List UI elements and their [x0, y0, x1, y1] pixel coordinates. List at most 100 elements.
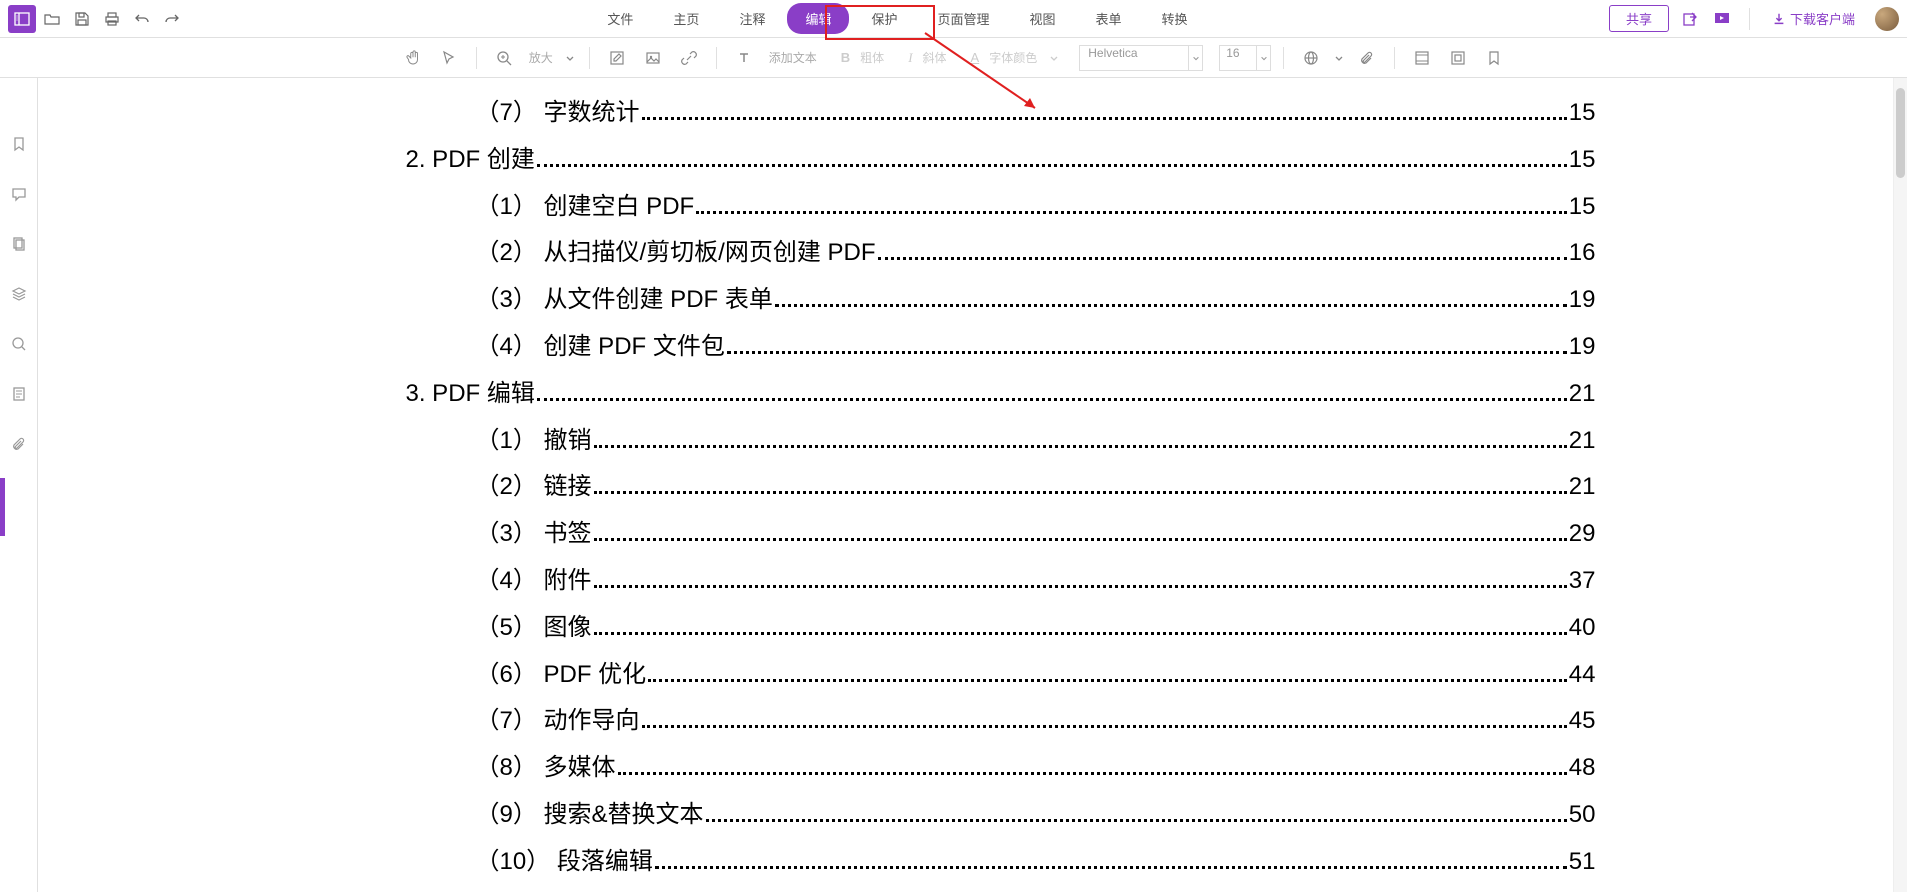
- toc-line[interactable]: （7） 动作导向 45: [336, 698, 1596, 745]
- print-button[interactable]: [98, 5, 126, 33]
- menu-home[interactable]: 主页: [655, 3, 717, 34]
- toc-page-number: 29: [1569, 511, 1596, 558]
- web-tool[interactable]: [1296, 43, 1326, 73]
- font-color-icon[interactable]: A: [971, 50, 980, 65]
- separator: [1283, 47, 1284, 69]
- toc-line[interactable]: （5） 图像40: [336, 605, 1596, 652]
- redo-button[interactable]: [158, 5, 186, 33]
- thumbnail-panel-icon[interactable]: [8, 233, 30, 255]
- menu-file[interactable]: 文件: [589, 3, 651, 34]
- toc-title: （4） 创建 PDF 文件包: [476, 324, 725, 371]
- attachment-panel-icon[interactable]: [8, 433, 30, 455]
- toc-line[interactable]: （3） 从文件创建 PDF 表单19: [336, 277, 1596, 324]
- add-text-label: 添加文本: [769, 49, 817, 66]
- web-dropdown[interactable]: [1332, 43, 1346, 73]
- toc-page-number: 48: [1569, 745, 1596, 792]
- font-select-wrap[interactable]: Helvetica: [1079, 45, 1203, 71]
- document-viewport[interactable]: （7） 字数统计152. PDF 创建 15（1） 创建空白 PDF15（2） 从…: [38, 78, 1893, 892]
- present-icon[interactable]: [1711, 8, 1733, 30]
- vertical-scrollbar[interactable]: [1893, 78, 1907, 892]
- toc-leader-dots: [706, 819, 1567, 822]
- toc-page-number: 21: [1569, 464, 1596, 511]
- menu-view[interactable]: 视图: [1012, 3, 1074, 34]
- sidebar-indicator: [0, 478, 5, 536]
- font-color-dropdown[interactable]: [1047, 43, 1061, 73]
- hand-tool[interactable]: [398, 43, 428, 73]
- toc-line[interactable]: （10） 段落编辑51: [336, 839, 1596, 886]
- select-tool[interactable]: [434, 43, 464, 73]
- open-button[interactable]: [38, 5, 66, 33]
- scrollbar-thumb[interactable]: [1896, 88, 1905, 178]
- toc-leader-dots: [775, 304, 1567, 307]
- menu-annotate[interactable]: 注释: [721, 3, 783, 34]
- chevron-down-icon[interactable]: [1189, 45, 1203, 71]
- menu-edit[interactable]: 编辑: [787, 3, 849, 34]
- toc-line[interactable]: （2） 从扫描仪/剪切板/网页创建 PDF 16: [336, 230, 1596, 277]
- menu-convert[interactable]: 转换: [1144, 3, 1206, 34]
- toc-page-number: 45: [1569, 698, 1596, 745]
- user-avatar[interactable]: [1875, 7, 1899, 31]
- layers-panel-icon[interactable]: [8, 283, 30, 305]
- bold-icon[interactable]: B: [841, 50, 850, 65]
- toc-line[interactable]: （1） 撤销21: [336, 418, 1596, 465]
- image-tool[interactable]: [638, 43, 668, 73]
- undo-button[interactable]: [128, 5, 156, 33]
- toc-page-number: 40: [1569, 605, 1596, 652]
- toc-line[interactable]: （7） 字数统计15: [336, 90, 1596, 137]
- toc-page-number: 15: [1569, 137, 1596, 184]
- toc-leader-dots: [642, 725, 1567, 728]
- comment-panel-icon[interactable]: [8, 183, 30, 205]
- italic-icon[interactable]: I: [908, 50, 912, 66]
- toc-title: （2） 从扫描仪/剪切板/网页创建 PDF: [476, 230, 876, 277]
- bookmark-tool[interactable]: [1479, 43, 1509, 73]
- toc-line[interactable]: （6） PDF 优化44: [336, 652, 1596, 699]
- background-tool[interactable]: [1443, 43, 1473, 73]
- edit-text-tool[interactable]: [602, 43, 632, 73]
- add-text-tool[interactable]: [729, 43, 759, 73]
- toc-line[interactable]: （4） 创建 PDF 文件包19: [336, 324, 1596, 371]
- chevron-down-icon[interactable]: [1257, 45, 1271, 71]
- toc-line[interactable]: 3. PDF 编辑21: [336, 371, 1596, 418]
- toc-page-number: 16: [1569, 230, 1596, 277]
- toc-title: 2. PDF 创建: [406, 137, 535, 184]
- menu-protect[interactable]: 保护: [853, 3, 915, 34]
- export-icon[interactable]: [1679, 8, 1701, 30]
- menu-pages[interactable]: 页面管理: [919, 3, 1007, 34]
- toc-leader-dots: [594, 445, 1567, 448]
- panel-toggle-button[interactable]: [8, 5, 36, 33]
- toc-line[interactable]: （1） 创建空白 PDF15: [336, 184, 1596, 231]
- zoom-dropdown[interactable]: [563, 43, 577, 73]
- toc-line[interactable]: （4） 附件37: [336, 558, 1596, 605]
- toc-title: （10） 段落编辑: [476, 839, 653, 886]
- fields-panel-icon[interactable]: [8, 383, 30, 405]
- toc-page-number: 19: [1569, 277, 1596, 324]
- toc-line[interactable]: 2. PDF 创建 15: [336, 137, 1596, 184]
- bookmark-panel-icon[interactable]: [8, 133, 30, 155]
- font-size-select[interactable]: 16: [1219, 45, 1257, 71]
- search-panel-icon[interactable]: [8, 333, 30, 355]
- menu-form[interactable]: 表单: [1078, 3, 1140, 34]
- link-tool[interactable]: [674, 43, 704, 73]
- font-select[interactable]: Helvetica: [1079, 45, 1189, 71]
- toc-leader-dots: [696, 211, 1567, 214]
- toc-line[interactable]: （2） 链接21: [336, 464, 1596, 511]
- toc-title: （4） 附件: [476, 558, 592, 605]
- size-select-wrap[interactable]: 16: [1219, 45, 1271, 71]
- separator: [716, 47, 717, 69]
- font-color-label: 字体颜色: [989, 49, 1037, 66]
- toc-line[interactable]: （9） 搜索&替换文本50: [336, 792, 1596, 839]
- header-footer-tool[interactable]: [1407, 43, 1437, 73]
- download-client-button[interactable]: 下载客户端: [1766, 9, 1861, 28]
- document-page: （7） 字数统计152. PDF 创建 15（1） 创建空白 PDF15（2） 从…: [336, 78, 1596, 892]
- attachment-tool[interactable]: [1352, 43, 1382, 73]
- edit-toolbar: 放大 添加文本 B 粗体 I 斜体 A 字体颜色 Helvetica 16: [0, 38, 1907, 78]
- share-button[interactable]: 共享: [1609, 5, 1669, 32]
- toc-leader-dots: [594, 491, 1567, 494]
- toc-page-number: 44: [1569, 652, 1596, 699]
- toc-title: （9） 搜索&替换文本: [476, 792, 704, 839]
- toc-line[interactable]: （8） 多媒体48: [336, 745, 1596, 792]
- zoom-tool[interactable]: [489, 43, 519, 73]
- toc-line[interactable]: （3） 书签29: [336, 511, 1596, 558]
- save-button[interactable]: [68, 5, 96, 33]
- toc-title: （7） 动作导向: [476, 698, 640, 745]
